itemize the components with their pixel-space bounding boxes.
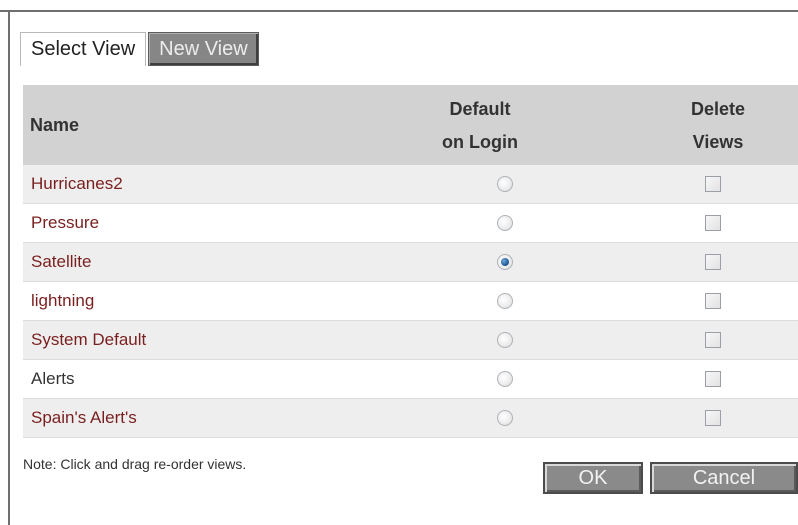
- column-header-name: Name: [30, 115, 80, 135]
- default-on-login-radio[interactable]: [497, 410, 513, 426]
- delete-view-checkbox[interactable]: [705, 371, 721, 387]
- table-row[interactable]: System Default: [23, 321, 798, 360]
- delete-view-checkbox[interactable]: [705, 254, 721, 270]
- cancel-button[interactable]: Cancel: [650, 462, 798, 494]
- view-name-link[interactable]: Satellite: [31, 243, 91, 281]
- ok-button[interactable]: OK: [543, 462, 643, 494]
- view-name-link[interactable]: lightning: [31, 282, 94, 320]
- delete-view-checkbox[interactable]: [705, 215, 721, 231]
- table-row[interactable]: Pressure: [23, 204, 798, 243]
- column-header-delete-views: Delete Views: [663, 93, 773, 159]
- view-name-link[interactable]: Alerts: [31, 360, 74, 398]
- delete-view-checkbox[interactable]: [705, 410, 721, 426]
- default-on-login-radio[interactable]: [497, 293, 513, 309]
- view-name-link[interactable]: Hurricanes2: [31, 165, 123, 203]
- view-tabs: Select View New View: [20, 32, 259, 66]
- default-on-login-radio[interactable]: [497, 176, 513, 192]
- delete-view-checkbox[interactable]: [705, 176, 721, 192]
- view-name-link[interactable]: System Default: [31, 321, 146, 359]
- table-row[interactable]: Alerts: [23, 360, 798, 399]
- delete-view-checkbox[interactable]: [705, 332, 721, 348]
- default-on-login-radio[interactable]: [497, 332, 513, 348]
- dialog-top-border: [0, 10, 798, 12]
- table-row[interactable]: Satellite: [23, 243, 798, 282]
- tab-new-view[interactable]: New View: [148, 32, 259, 66]
- default-on-login-radio[interactable]: [497, 254, 513, 270]
- view-name-link[interactable]: Spain's Alert's: [31, 399, 137, 437]
- column-header-default-line1: Default: [449, 99, 511, 119]
- column-header-default-on-login: Default on Login: [405, 93, 555, 159]
- column-header-default-line2: on Login: [442, 132, 518, 152]
- table-row[interactable]: Spain's Alert's: [23, 399, 798, 438]
- tab-select-view[interactable]: Select View: [20, 32, 147, 66]
- view-name-link[interactable]: Pressure: [31, 204, 99, 242]
- dialog-left-border: [8, 10, 10, 525]
- views-table: Name Default on Login Delete Views Hurri…: [23, 85, 798, 438]
- delete-view-checkbox[interactable]: [705, 293, 721, 309]
- table-header: Name Default on Login Delete Views: [23, 85, 798, 165]
- column-header-delete-line2: Views: [692, 132, 744, 152]
- table-row[interactable]: lightning: [23, 282, 798, 321]
- default-on-login-radio[interactable]: [497, 371, 513, 387]
- default-on-login-radio[interactable]: [497, 215, 513, 231]
- table-row[interactable]: Hurricanes2: [23, 165, 798, 204]
- column-header-delete-line1: Delete: [690, 99, 746, 119]
- reorder-note: Note: Click and drag re-order views.: [23, 456, 247, 472]
